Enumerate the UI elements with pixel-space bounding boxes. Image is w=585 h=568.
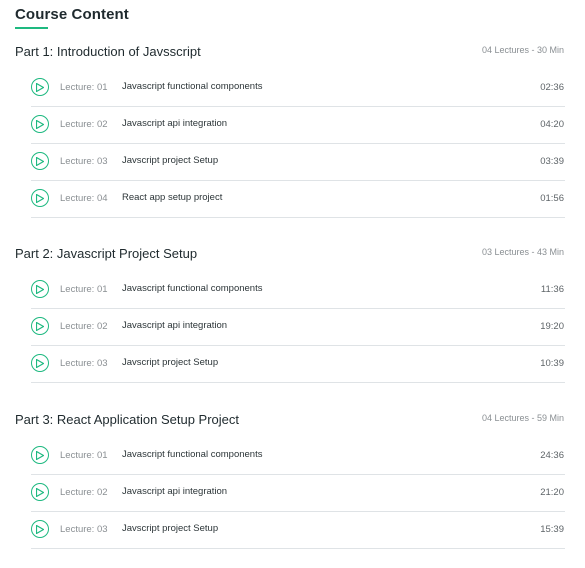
lecture-number: Lecture: 02 [60,119,108,130]
lecture-title[interactable]: Javscript project Setup [122,523,218,534]
play-circle-icon[interactable] [31,354,49,372]
lecture-title[interactable]: Javascript api integration [122,486,227,497]
lecture-duration: 02:36 [540,82,564,93]
lecture-title[interactable]: Javascript api integration [122,320,227,331]
lecture-duration: 11:36 [540,284,564,295]
section-header[interactable]: Part 3: React Application Setup Project … [0,412,585,436]
section-meta: 04 Lectures - 59 Min [481,413,564,423]
lecture-number: Lecture: 01 [60,284,108,295]
section-meta: 04 Lectures - 30 Min [481,45,564,55]
lecture-item[interactable]: Lecture: 01 Javascript functional compon… [31,70,565,107]
lecture-item[interactable]: Lecture: 01 Javascript functional compon… [31,272,565,309]
section-header[interactable]: Part 2: Javascript Project Setup 03 Lect… [0,246,585,270]
play-circle-icon[interactable] [31,520,49,538]
lecture-duration: 03:39 [540,156,564,167]
section-title: Part 1: Introduction of Javsscript [15,44,201,59]
lecture-duration: 01:56 [540,193,564,204]
lecture-item[interactable]: Lecture: 03 Javscript project Setup 15:3… [31,512,565,549]
play-circle-icon[interactable] [31,446,49,464]
lecture-duration: 15:39 [540,524,564,535]
lecture-number: Lecture: 04 [60,193,108,204]
play-circle-icon[interactable] [31,152,49,170]
lecture-number: Lecture: 02 [60,321,108,332]
lecture-duration: 10:39 [540,358,564,369]
lecture-title[interactable]: Javscript project Setup [122,357,218,368]
lecture-number: Lecture: 01 [60,82,108,93]
page-title: Course Content [15,6,129,23]
play-circle-icon[interactable] [31,317,49,335]
lecture-number: Lecture: 02 [60,487,108,498]
lecture-title[interactable]: Javascript api integration [122,118,227,129]
section-part-2: Part 2: Javascript Project Setup 03 Lect… [0,246,585,383]
lecture-title[interactable]: Javascript functional components [122,283,262,294]
lecture-list: Lecture: 01 Javascript functional compon… [31,272,565,383]
lecture-item[interactable]: Lecture: 02 Javascript api integration 0… [31,107,565,144]
course-content-header: Course Content [15,6,129,29]
play-circle-icon[interactable] [31,189,49,207]
lecture-duration: 19:20 [540,321,564,332]
section-header[interactable]: Part 1: Introduction of Javsscript 04 Le… [0,44,585,68]
section-title: Part 2: Javascript Project Setup [15,246,198,261]
section-title: Part 3: React Application Setup Project [15,412,240,427]
title-underline [15,27,48,29]
lecture-number: Lecture: 03 [60,358,108,369]
lecture-list: Lecture: 01 Javascript functional compon… [31,438,565,549]
lecture-item[interactable]: Lecture: 04 React app setup project 01:5… [31,181,565,218]
play-circle-icon[interactable] [31,78,49,96]
lecture-item[interactable]: Lecture: 03 Javscript project Setup 03:3… [31,144,565,181]
play-circle-icon[interactable] [31,115,49,133]
lecture-number: Lecture: 03 [60,156,108,167]
lecture-item[interactable]: Lecture: 01 Javascript functional compon… [31,438,565,475]
lecture-duration: 24:36 [540,450,564,461]
lecture-number: Lecture: 03 [60,524,108,535]
section-meta: 03 Lectures - 43 Min [481,247,564,257]
section-part-3: Part 3: React Application Setup Project … [0,412,585,549]
lecture-title[interactable]: React app setup project [122,192,222,203]
lecture-item[interactable]: Lecture: 02 Javascript api integration 2… [31,475,565,512]
lecture-number: Lecture: 01 [60,450,108,461]
lecture-duration: 21:20 [540,487,564,498]
lecture-list: Lecture: 01 Javascript functional compon… [31,70,565,218]
play-circle-icon[interactable] [31,280,49,298]
play-circle-icon[interactable] [31,483,49,501]
lecture-item[interactable]: Lecture: 02 Javascript api integration 1… [31,309,565,346]
lecture-item[interactable]: Lecture: 03 Javscript project Setup 10:3… [31,346,565,383]
section-part-1: Part 1: Introduction of Javsscript 04 Le… [0,44,585,218]
lecture-title[interactable]: Javascript functional components [122,449,262,460]
lecture-title[interactable]: Javascript functional components [122,81,262,92]
lecture-duration: 04:20 [540,119,564,130]
lecture-title[interactable]: Javscript project Setup [122,155,218,166]
